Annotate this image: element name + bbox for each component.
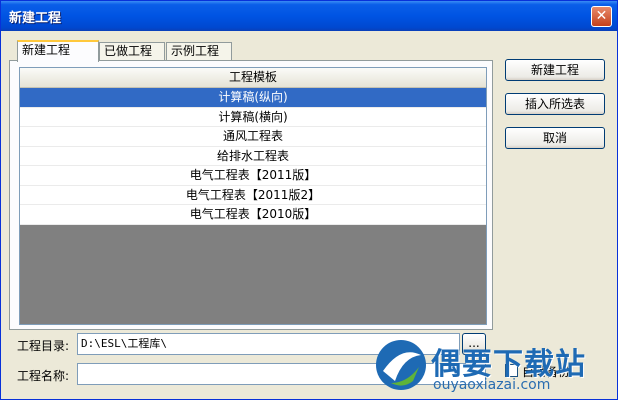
watermark: 偶要下载站 ouyaoxiazai.com — [371, 335, 613, 397]
insert-selected-button[interactable]: 插入所选表 — [505, 93, 605, 115]
watermark-logo-icon — [376, 340, 426, 390]
list-item[interactable]: 电气工程表【2011版2】 — [20, 185, 486, 205]
watermark-url: ouyaoxiazai.com — [433, 377, 551, 393]
list-item[interactable]: 电气工程表【2011版】 — [20, 166, 486, 186]
project-dir-label: 工程目录: — [17, 339, 70, 353]
list-item[interactable]: 通风工程表 — [20, 127, 486, 147]
tab-sample-projects[interactable]: 示例工程 — [166, 42, 232, 60]
new-project-button[interactable]: 新建工程 — [505, 59, 605, 81]
list-item[interactable]: 给排水工程表 — [20, 146, 486, 166]
title-bar[interactable]: 新建工程 ✕ — [1, 1, 617, 31]
list-item[interactable]: 计算稿(横向) — [20, 107, 486, 127]
close-icon[interactable]: ✕ — [591, 6, 612, 27]
list-item[interactable]: 计算稿(纵向) — [20, 88, 486, 108]
window-title: 新建工程 — [9, 11, 62, 26]
list-column-header[interactable]: 工程模板 — [20, 68, 486, 88]
tab-done-projects[interactable]: 已做工程 — [99, 42, 165, 60]
cancel-button[interactable]: 取消 — [505, 127, 605, 149]
list-item[interactable]: 电气工程表【2010版】 — [20, 205, 486, 225]
tab-new-project[interactable]: 新建工程 — [17, 40, 99, 62]
template-listbox[interactable]: 工程模板 计算稿(纵向) 计算稿(横向) 通风工程表 给排水工程表 电气工程表【… — [19, 67, 487, 325]
project-name-label: 工程名称: — [17, 369, 70, 383]
new-project-dialog: 新建工程 ✕ 新建工程 已做工程 示例工程 工程模板 计算稿(纵向) 计算稿(横… — [0, 0, 618, 400]
